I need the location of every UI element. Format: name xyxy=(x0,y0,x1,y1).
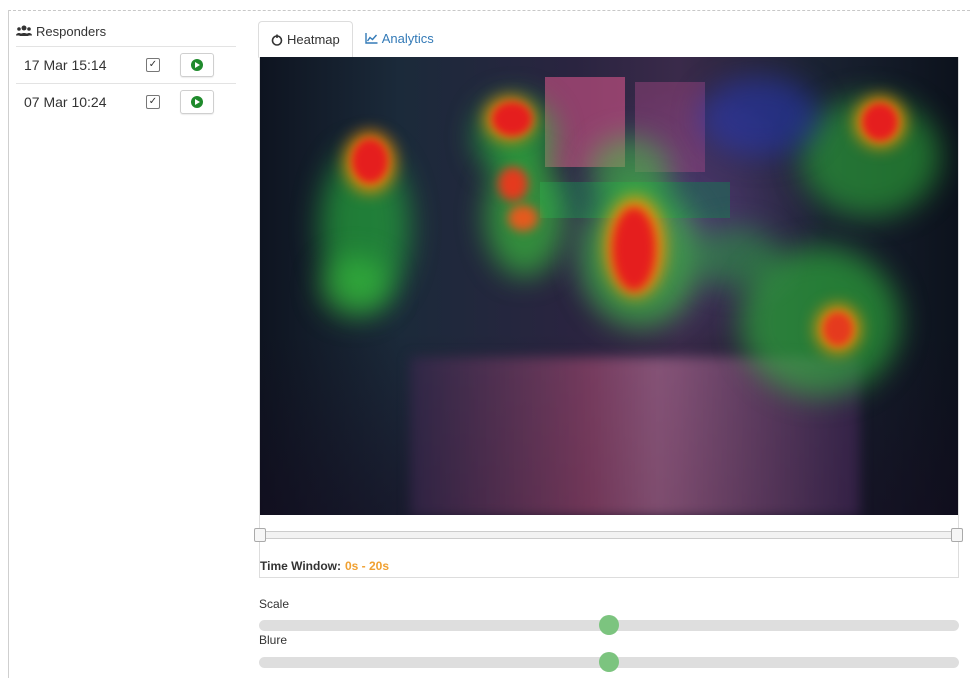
scale-slider[interactable] xyxy=(259,615,959,635)
play-icon xyxy=(191,96,203,108)
responder-checkbox[interactable]: ✓ xyxy=(146,58,160,72)
scale-slider-thumb[interactable] xyxy=(599,615,619,635)
blure-label: Blure xyxy=(259,633,288,647)
tab-heatmap[interactable]: Heatmap xyxy=(258,21,353,58)
responder-row: 07 Mar 10:24 ✓ xyxy=(16,84,236,120)
scale-label: Scale xyxy=(259,597,290,611)
top-divider xyxy=(8,10,970,11)
heat-core xyxy=(823,312,853,346)
line-chart-icon xyxy=(365,33,378,44)
time-window-label: Time Window: xyxy=(260,559,341,573)
play-button[interactable] xyxy=(180,90,214,114)
users-icon xyxy=(16,25,32,36)
heat-core xyxy=(492,102,532,136)
tab-analytics-label: Analytics xyxy=(381,31,434,46)
play-button[interactable] xyxy=(180,53,214,77)
heat-core xyxy=(612,207,656,291)
responder-checkbox[interactable]: ✓ xyxy=(146,95,160,109)
heat-core xyxy=(498,167,528,201)
time-window-value: 0s - 20s xyxy=(345,559,390,573)
blure-slider[interactable] xyxy=(259,652,959,672)
responder-row: 17 Mar 15:14 ✓ xyxy=(16,47,236,84)
heat-blob xyxy=(700,77,820,157)
responder-date: 17 Mar 15:14 xyxy=(24,57,107,73)
blure-slider-thumb[interactable] xyxy=(599,652,619,672)
heat-blob xyxy=(320,257,390,317)
responders-header: Responders xyxy=(16,16,236,47)
heat-core xyxy=(862,103,898,141)
time-window: Time Window: 0s - 20s xyxy=(260,559,389,573)
timeline-start-handle[interactable] xyxy=(254,528,266,542)
timeline-slider[interactable] xyxy=(260,531,958,539)
timeline-end-handle[interactable] xyxy=(951,528,963,542)
heat-core xyxy=(508,205,538,231)
tab-analytics[interactable]: Analytics xyxy=(353,21,446,56)
view-tabs: Heatmap Analytics xyxy=(258,21,446,58)
play-icon xyxy=(191,59,203,71)
heat-core xyxy=(352,139,388,183)
responders-title: Responders xyxy=(36,23,107,39)
left-divider xyxy=(8,10,9,678)
tab-heatmap-label: Heatmap xyxy=(287,32,340,47)
heatmap-icon xyxy=(271,34,283,46)
heatmap-image[interactable] xyxy=(260,57,958,515)
responder-date: 07 Mar 10:24 xyxy=(24,94,107,110)
responders-sidebar: Responders 17 Mar 15:14 ✓ 07 Mar 10:24 ✓ xyxy=(16,16,236,120)
